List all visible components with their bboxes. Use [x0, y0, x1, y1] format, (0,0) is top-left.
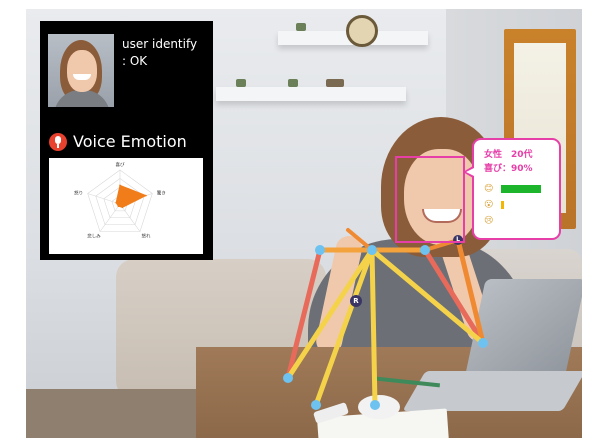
happy-face-icon: 😊	[484, 184, 494, 194]
analysis-panel: user identify : OK Voice Emotion 喜び驚き怒れ 悲…	[40, 21, 213, 260]
emotion-row-sad: 😢	[484, 216, 554, 226]
user-identify-label: user identify	[122, 37, 198, 51]
radar-chart: 喜び驚き怒れ 悲しみ 怒り	[74, 161, 166, 240]
emotion-row-happy: 😊	[484, 184, 554, 194]
joint-left-shoulder	[420, 245, 430, 255]
radar-axis-label-0: 喜び	[116, 161, 125, 168]
skeleton-left-limb-outer	[422, 247, 486, 346]
voice-emotion-radar: 喜び驚き怒れ 悲しみ 怒り	[49, 158, 203, 254]
skeleton-torso-center	[369, 247, 378, 408]
microphone-icon	[49, 133, 67, 151]
radar-point-1	[145, 194, 147, 197]
radar-point-0	[119, 184, 121, 187]
sad-face-icon: 😢	[484, 216, 494, 226]
surprised-face-icon: 😮	[484, 200, 494, 210]
user-identify-text: user identify : OK	[122, 36, 197, 70]
joint-right-shoulder	[315, 245, 325, 255]
joint-neck	[367, 245, 377, 255]
joint-left-elbow	[478, 338, 488, 348]
skeleton-torso-center-left	[313, 247, 375, 408]
skeleton-right-upper-limb	[285, 247, 323, 381]
emotion-value-label: 喜び：90%	[484, 164, 533, 174]
emotion-callout: 女性 20代 喜び：90% 😊 😮 😢	[472, 138, 561, 240]
pose-marker-right: R	[350, 295, 362, 307]
radar-axis-label-4: 怒り	[74, 189, 83, 196]
joint-right-hand	[283, 373, 293, 383]
face-detection-box	[395, 156, 465, 243]
gender-age-label: 女性 20代	[484, 150, 533, 160]
radar-point-2	[121, 206, 124, 209]
joint-left-hip	[370, 400, 380, 410]
emotion-bar-happy	[501, 185, 541, 193]
radar-axis-label-2: 怒れ	[141, 233, 150, 240]
voice-emotion-title: Voice Emotion	[73, 132, 187, 151]
radar-axis-label-3: 悲しみ	[87, 233, 101, 240]
radar-axis-label-1: 驚き	[157, 189, 166, 196]
skeleton-torso-right	[285, 247, 375, 381]
joint-right-hip	[311, 400, 321, 410]
radar-point-4	[115, 201, 117, 204]
radar-point-3	[117, 205, 120, 208]
user-avatar	[48, 34, 114, 107]
emotion-row-surprised: 😮	[484, 200, 554, 210]
emotion-bar-surprised	[501, 201, 505, 209]
callout-pointer-inner	[466, 168, 474, 176]
user-identify-status: : OK	[122, 54, 148, 68]
